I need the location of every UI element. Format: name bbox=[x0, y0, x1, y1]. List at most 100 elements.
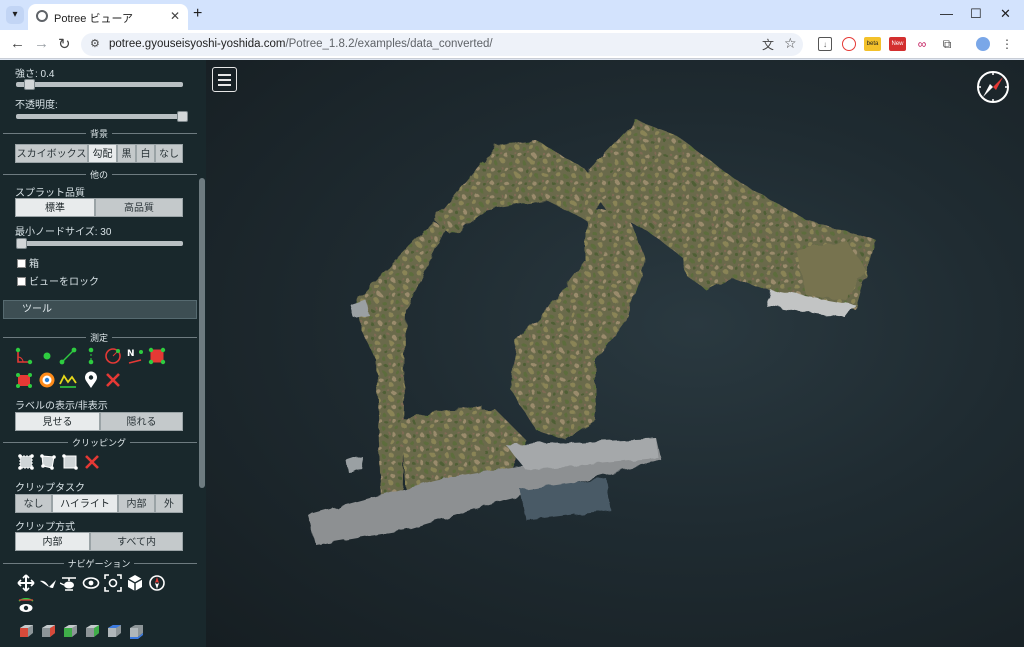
clip-method-option-all-inside[interactable]: すべて内 bbox=[90, 532, 183, 551]
fly-controls-icon[interactable] bbox=[39, 574, 57, 592]
distance-measure-icon[interactable] bbox=[59, 347, 77, 365]
background-option-skybox[interactable]: スカイボックス bbox=[15, 144, 88, 163]
angle-measure-icon[interactable] bbox=[15, 347, 33, 365]
clip-task-option-inside[interactable]: 内部 bbox=[118, 494, 155, 513]
splat-option-standard[interactable]: 標準 bbox=[15, 198, 95, 217]
record-extension-icon[interactable] bbox=[842, 37, 856, 51]
measure-section-header: 測定 bbox=[0, 331, 198, 343]
splat-quality-label: スプラット品質 bbox=[15, 188, 85, 199]
back-button[interactable]: ← bbox=[10, 35, 25, 52]
link-extension-icon[interactable]: ∞ bbox=[915, 37, 929, 51]
clip-polygon-icon[interactable] bbox=[39, 453, 57, 471]
point-cloud-viewer[interactable] bbox=[206, 60, 1024, 647]
camera-animation-icon[interactable] bbox=[17, 597, 35, 615]
lock-view-checkbox[interactable]: ビューをロック bbox=[17, 273, 99, 288]
clip-task-option-none[interactable]: なし bbox=[15, 494, 52, 513]
address-bar[interactable]: ⚙ potree.gyouseisyoshi-yoshida.com/Potre… bbox=[81, 33, 803, 56]
circle-measure-icon[interactable] bbox=[104, 347, 122, 365]
strength-label: 強さ: 0.4 bbox=[15, 69, 55, 80]
view-right-icon[interactable] bbox=[39, 622, 57, 640]
remove-clipping-icon[interactable] bbox=[83, 453, 101, 471]
label-visibility-label: ラベルの表示/非表示 bbox=[15, 401, 108, 412]
box-checkbox[interactable]: 箱 bbox=[17, 255, 39, 270]
annotation-pin-icon[interactable] bbox=[82, 371, 100, 389]
background-section-title: 背景 bbox=[85, 129, 112, 139]
background-option-none[interactable]: なし bbox=[155, 144, 183, 163]
opacity-slider[interactable] bbox=[16, 111, 188, 122]
extensions-puzzle-icon[interactable]: ⧉ bbox=[940, 37, 954, 51]
url-text[interactable]: potree.gyouseisyoshi-yoshida.com/Potree_… bbox=[109, 38, 493, 50]
tab-strip: ▾ Potree ビューア ✕ + — ☐ ✕ bbox=[0, 0, 1024, 30]
close-tab-icon[interactable]: ✕ bbox=[170, 9, 180, 23]
browser-menu-icon[interactable]: ⋮ bbox=[1000, 37, 1014, 51]
clip-task-label: クリップタスク bbox=[15, 483, 85, 494]
clip-task-selector: なし ハイライト 内部 外 bbox=[15, 494, 183, 513]
point-measure-icon[interactable] bbox=[38, 347, 56, 365]
helicopter-controls-icon[interactable] bbox=[60, 574, 78, 592]
clip-task-option-outside[interactable]: 外 bbox=[155, 494, 183, 513]
beta-extension-icon[interactable]: beta bbox=[864, 37, 881, 51]
focus-view-icon[interactable] bbox=[104, 574, 122, 592]
label-option-hide[interactable]: 隠れる bbox=[100, 412, 183, 431]
compass-icon[interactable] bbox=[976, 70, 1010, 104]
tools-panel-header[interactable]: ツール bbox=[3, 300, 197, 319]
min-node-size-slider-handle[interactable] bbox=[16, 238, 27, 249]
sidebar-scrollbar[interactable] bbox=[199, 178, 205, 488]
earth-controls-icon[interactable] bbox=[17, 574, 35, 592]
view-left-icon[interactable] bbox=[17, 622, 35, 640]
view-front-icon[interactable] bbox=[61, 622, 79, 640]
browser-toolbar: ← → ↻ ⚙ potree.gyouseisyoshi-yoshida.com… bbox=[0, 30, 1024, 59]
reload-button[interactable]: ↻ bbox=[58, 35, 71, 53]
navigation-section-header: ナビゲーション bbox=[0, 557, 198, 569]
new-tab-button[interactable]: + bbox=[193, 5, 202, 23]
area-measure-icon[interactable] bbox=[148, 347, 166, 365]
opacity-slider-handle[interactable] bbox=[177, 111, 188, 122]
maximize-button[interactable]: ☐ bbox=[970, 6, 982, 22]
view-bottom-icon[interactable] bbox=[127, 622, 145, 640]
view-back-icon[interactable] bbox=[83, 622, 101, 640]
orbit-controls-icon[interactable] bbox=[82, 574, 100, 592]
tab-search-button[interactable]: ▾ bbox=[6, 6, 24, 24]
site-info-icon[interactable]: ⚙ bbox=[90, 37, 100, 50]
min-node-size-slider[interactable] bbox=[16, 238, 183, 249]
clipping-section-title: クリッピング bbox=[67, 438, 130, 448]
sphere-volume-icon[interactable] bbox=[38, 371, 56, 389]
compass-toggle-icon[interactable] bbox=[148, 574, 166, 592]
box-checkbox-box[interactable] bbox=[17, 259, 26, 268]
height-profile-icon[interactable] bbox=[59, 371, 77, 389]
new-extension-icon[interactable]: New bbox=[889, 37, 906, 51]
opacity-label: 不透明度: bbox=[15, 100, 58, 111]
sidebar: 強さ: 0.4 不透明度: 背景 スカイボックス 勾配 黒 白 なし 他の スプ… bbox=[0, 60, 206, 647]
volume-measure-icon[interactable] bbox=[15, 371, 33, 389]
download-extension-icon[interactable]: ↓ bbox=[818, 37, 832, 51]
point-cloud-render bbox=[308, 120, 876, 545]
measure-section-title: 測定 bbox=[85, 333, 112, 343]
strength-slider[interactable] bbox=[16, 79, 183, 90]
background-option-black[interactable]: 黒 bbox=[117, 144, 136, 163]
remove-measurements-icon[interactable] bbox=[104, 371, 122, 389]
clip-task-option-highlight[interactable]: ハイライト bbox=[52, 494, 118, 513]
azimuth-measure-icon[interactable]: N bbox=[126, 347, 144, 365]
height-measure-icon[interactable] bbox=[82, 347, 100, 365]
clip-screen-box-icon[interactable] bbox=[61, 453, 79, 471]
lock-view-checkbox-label: ビューをロック bbox=[29, 277, 99, 288]
lock-view-checkbox-box[interactable] bbox=[17, 277, 26, 286]
label-option-show[interactable]: 見せる bbox=[15, 412, 100, 431]
minimize-button[interactable]: — bbox=[940, 6, 953, 21]
splat-option-high[interactable]: 高品質 bbox=[95, 198, 183, 217]
profile-avatar[interactable] bbox=[976, 37, 990, 51]
globe-icon bbox=[36, 10, 48, 22]
strength-slider-handle[interactable] bbox=[24, 79, 35, 90]
clip-volume-icon[interactable] bbox=[17, 453, 35, 471]
translate-icon[interactable]: 文 bbox=[762, 36, 774, 53]
clip-method-option-inside[interactable]: 内部 bbox=[15, 532, 90, 551]
bookmark-star-icon[interactable]: ☆ bbox=[784, 35, 797, 52]
navigation-cube-icon[interactable] bbox=[126, 574, 144, 592]
box-checkbox-label: 箱 bbox=[29, 259, 39, 270]
close-window-button[interactable]: ✕ bbox=[1000, 6, 1011, 22]
active-tab[interactable]: Potree ビューア ✕ bbox=[28, 4, 188, 30]
background-option-white[interactable]: 白 bbox=[136, 144, 155, 163]
background-option-gradient[interactable]: 勾配 bbox=[88, 144, 117, 163]
view-top-icon[interactable] bbox=[105, 622, 123, 640]
forward-button[interactable]: → bbox=[34, 35, 49, 52]
